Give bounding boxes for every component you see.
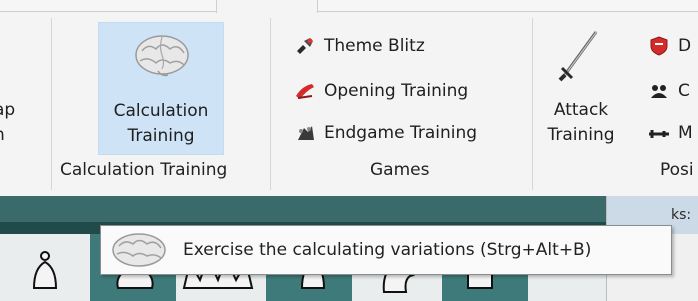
opening-training-label: Opening Training [324,81,469,101]
attack-training-label-1: Attack [553,100,609,120]
opening-training-icon [296,84,314,99]
attack-training-label-2: Training [547,125,615,145]
position-item-m[interactable]: M [648,118,693,148]
partial-button-label-2: n [0,123,5,147]
endgame-training-button[interactable]: Endgame Training [294,118,477,148]
chess-piece-icon [651,85,667,98]
position-item-d-label: D [678,36,692,56]
position-item-d[interactable]: D [648,31,691,61]
bishop-piece-icon[interactable] [22,248,68,301]
ribbon-tab-strip [0,0,698,12]
theme-blitz-icon [297,38,313,54]
theme-blitz-label: Theme Blitz [324,36,425,56]
sword-icon [558,30,598,82]
partial-ribbon-button[interactable]: ap n [0,22,46,155]
endgame-training-label: Endgame Training [324,123,478,143]
opening-training-button[interactable]: Opening Training [294,76,468,106]
active-tab-edge [216,0,318,13]
brain-icon [135,35,189,77]
endgame-training-icon [298,126,314,140]
calculation-training-button[interactable]: Calculation Training [98,22,224,155]
group-separator [270,18,271,190]
group-separator [51,18,52,190]
attack-training-button[interactable]: Attack Training [547,22,615,155]
position-item-c[interactable]: C [648,76,690,106]
calculation-button-label-1: Calculation [113,101,209,121]
position-item-c-label: C [678,81,690,101]
ribbon: ap n Calculation Training Calculation Tr… [0,0,698,196]
calculation-training-tooltip: Exercise the calculating variations (Str… [100,225,672,275]
position-item-m-label: M [678,123,693,143]
tooltip-text: Exercise the calculating variations (Str… [183,240,592,260]
brain-icon [112,233,166,267]
group-label-games: Games [370,160,430,180]
partial-button-label-1: ap [0,100,16,120]
shield-icon [650,36,668,56]
theme-blitz-button[interactable]: Theme Blitz [294,31,425,61]
group-separator [532,18,533,190]
slider-icon [649,130,669,138]
group-label-position: Posi [660,160,694,180]
group-label-calculation-training: Calculation Training [60,160,228,180]
calculation-button-label-2: Training [127,126,195,146]
